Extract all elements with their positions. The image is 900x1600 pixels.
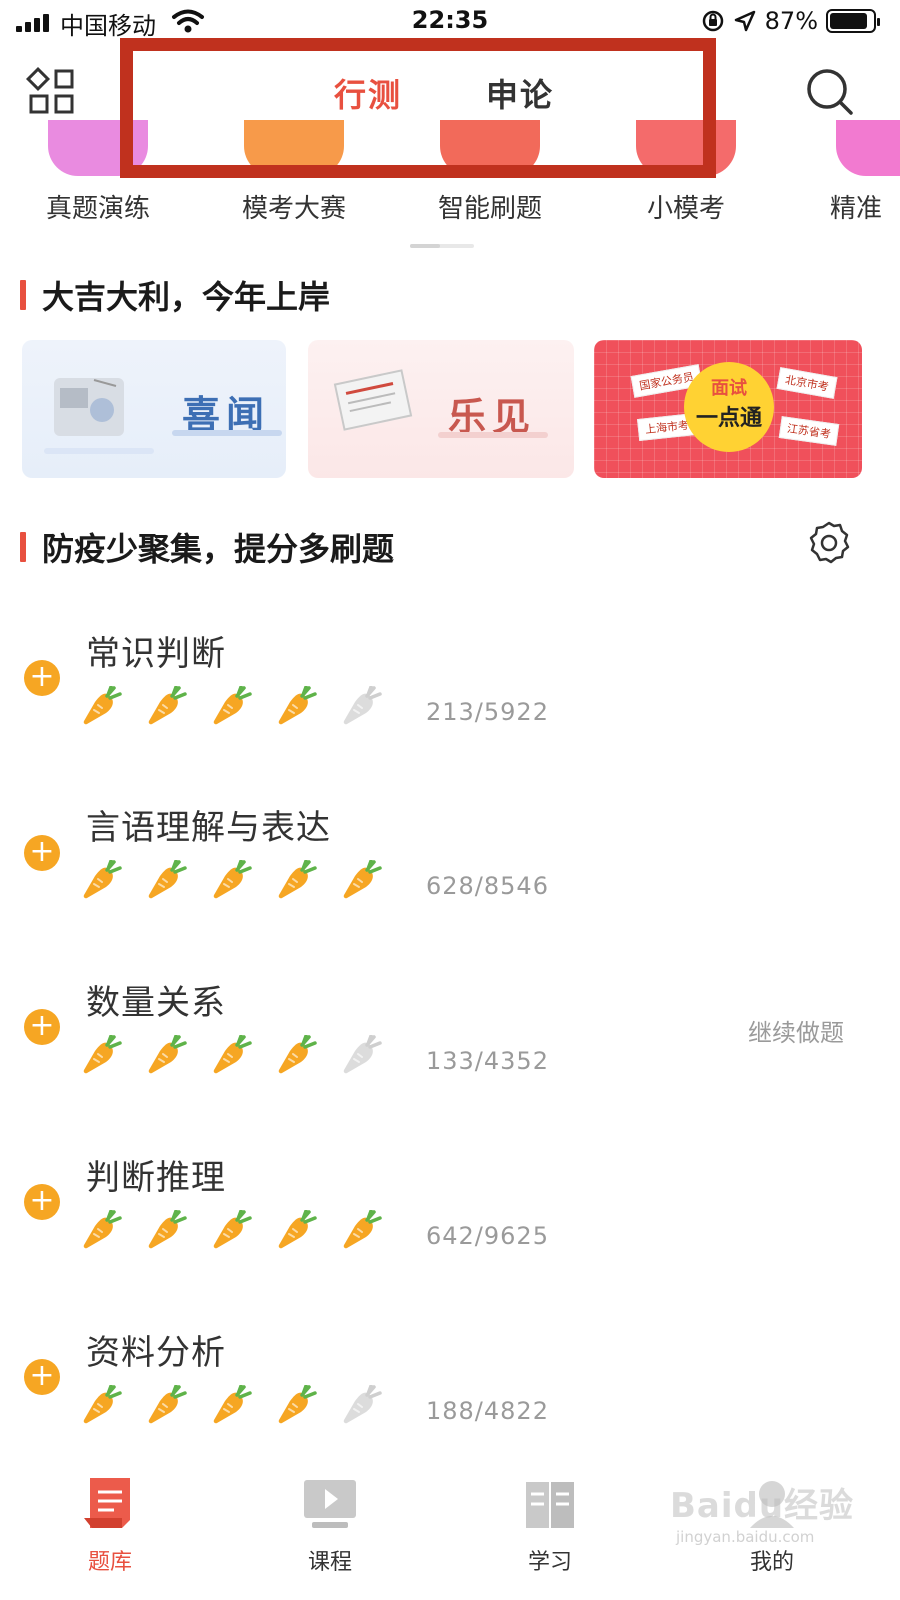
subject-progress: 213/5922 bbox=[426, 698, 549, 726]
category-label: 智能刷题 bbox=[437, 194, 542, 224]
expand-plus-icon[interactable]: + bbox=[24, 1009, 60, 1045]
carrot-full-icon bbox=[148, 1035, 187, 1074]
subject-row[interactable]: + 言语理解与表达 628/8546 bbox=[0, 800, 900, 974]
subject-row[interactable]: + 常识判断 213/5922 bbox=[0, 626, 900, 800]
category-label: 模考大赛 bbox=[241, 194, 346, 224]
subject-progress: 133/4352 bbox=[426, 1047, 549, 1075]
carrot-full-icon bbox=[278, 1210, 317, 1249]
carrot-empty-icon bbox=[343, 1035, 382, 1074]
battery-fill bbox=[830, 13, 867, 29]
section-accent-bar bbox=[20, 280, 26, 310]
subject-row[interactable]: + 判断推理 642/9625 bbox=[0, 1150, 900, 1324]
category-label: 精准 bbox=[830, 194, 883, 224]
interview-badge: 面试 一点通 bbox=[684, 362, 774, 452]
tab-label: 学习 bbox=[527, 1550, 572, 1575]
search-icon[interactable] bbox=[804, 66, 856, 118]
section-title-text: 大吉大利，今年上岸 bbox=[42, 278, 331, 316]
expand-plus-icon[interactable]: + bbox=[24, 660, 60, 696]
subject-row[interactable]: + 数量关系 133/4352 继续做题 bbox=[0, 975, 900, 1149]
carrot-full-icon bbox=[83, 1385, 122, 1424]
carrot-full-icon bbox=[278, 1385, 317, 1424]
expand-plus-icon[interactable]: + bbox=[24, 1359, 60, 1395]
carrot-full-icon bbox=[148, 686, 187, 725]
subject-name: 数量关系 bbox=[86, 983, 226, 1023]
tab-label: 课程 bbox=[307, 1550, 352, 1575]
banner-tag: 江苏省考 bbox=[778, 416, 840, 446]
interview-badge-title: 面试 bbox=[711, 378, 747, 399]
carrot-full-icon bbox=[83, 860, 122, 899]
category-label: 小模考 bbox=[646, 194, 725, 224]
orientation-lock-icon bbox=[702, 10, 723, 32]
battery-percent: 87% bbox=[764, 7, 818, 35]
category-scroll-indicator bbox=[410, 244, 474, 248]
tab-question-bank[interactable]: 题库 bbox=[50, 1474, 170, 1576]
subject-name: 判断推理 bbox=[86, 1158, 226, 1198]
subject-progress: 188/4822 bbox=[426, 1397, 549, 1425]
baidu-watermark: Baidu经验 bbox=[670, 1486, 855, 1526]
course-play-icon bbox=[304, 1480, 356, 1528]
category-label: 真题演练 bbox=[45, 194, 150, 224]
tab-course[interactable]: 课程 bbox=[270, 1474, 390, 1576]
carrot-full-icon bbox=[83, 1210, 122, 1249]
grid-icon[interactable] bbox=[26, 66, 78, 118]
carrot-full-icon bbox=[148, 1210, 187, 1249]
banner-tag: 北京市考 bbox=[776, 367, 838, 399]
banner-underline bbox=[438, 432, 548, 438]
expand-plus-icon[interactable]: + bbox=[24, 835, 60, 871]
radio-icon bbox=[54, 378, 124, 436]
newspaper-icon bbox=[333, 369, 413, 431]
question-bank-icon bbox=[84, 1478, 130, 1528]
carrot-full-icon bbox=[83, 686, 122, 725]
expand-plus-icon[interactable]: + bbox=[24, 1184, 60, 1220]
banner-interview[interactable]: 国家公务员 北京市考 上海市考 江苏省考 面试 一点通 bbox=[594, 340, 862, 478]
carrot-full-icon bbox=[278, 1035, 317, 1074]
tab-label: 我的 bbox=[749, 1550, 794, 1575]
carrot-empty-icon bbox=[343, 686, 382, 725]
subject-name: 常识判断 bbox=[86, 634, 226, 674]
status-right-group: 87% bbox=[701, 6, 880, 36]
carrot-full-icon bbox=[213, 1035, 252, 1074]
subject-progress: 642/9625 bbox=[426, 1222, 549, 1250]
battery-icon bbox=[826, 9, 880, 33]
subject-name: 言语理解与表达 bbox=[86, 808, 331, 848]
carrot-full-icon bbox=[148, 1385, 187, 1424]
section-title-text: 防疫少聚集，提分多刷题 bbox=[42, 530, 395, 568]
book-icon bbox=[526, 1482, 574, 1528]
section-accent-bar bbox=[20, 532, 26, 562]
baidu-watermark-url: jingyan.baidu.com bbox=[676, 1528, 815, 1546]
banner-good-news[interactable]: 喜闻 bbox=[22, 340, 286, 478]
banner-happy-see[interactable]: 乐见 bbox=[308, 340, 574, 478]
category-jingzhun[interactable]: 精准 bbox=[790, 120, 900, 225]
subject-progress: 628/8546 bbox=[426, 872, 549, 900]
carrot-full-icon bbox=[213, 1210, 252, 1249]
location-arrow-icon bbox=[734, 10, 755, 32]
annotation-highlight-box bbox=[120, 38, 716, 178]
carrot-full-icon bbox=[213, 860, 252, 899]
carrot-full-icon bbox=[213, 686, 252, 725]
continue-practice-link[interactable]: 继续做题 bbox=[748, 1013, 844, 1048]
carrot-full-icon bbox=[278, 686, 317, 725]
carrot-full-icon bbox=[343, 860, 382, 899]
tab-label: 题库 bbox=[87, 1550, 132, 1575]
banner-underline bbox=[44, 448, 154, 454]
category-icon bbox=[836, 120, 900, 176]
carrot-full-icon bbox=[83, 1035, 122, 1074]
carrot-empty-icon bbox=[343, 1385, 382, 1424]
section-title-lucky: 大吉大利，今年上岸 bbox=[20, 272, 330, 318]
tab-study[interactable]: 学习 bbox=[490, 1474, 610, 1576]
section-title-practice: 防疫少聚集，提分多刷题 bbox=[20, 524, 394, 570]
gear-icon[interactable] bbox=[806, 520, 852, 566]
carrot-full-icon bbox=[148, 860, 187, 899]
carrot-full-icon bbox=[213, 1385, 252, 1424]
carrot-full-icon bbox=[343, 1210, 382, 1249]
banner-underline bbox=[172, 430, 282, 436]
subject-name: 资料分析 bbox=[86, 1333, 226, 1373]
interview-badge-subtitle: 一点通 bbox=[695, 406, 762, 431]
carrot-full-icon bbox=[278, 860, 317, 899]
